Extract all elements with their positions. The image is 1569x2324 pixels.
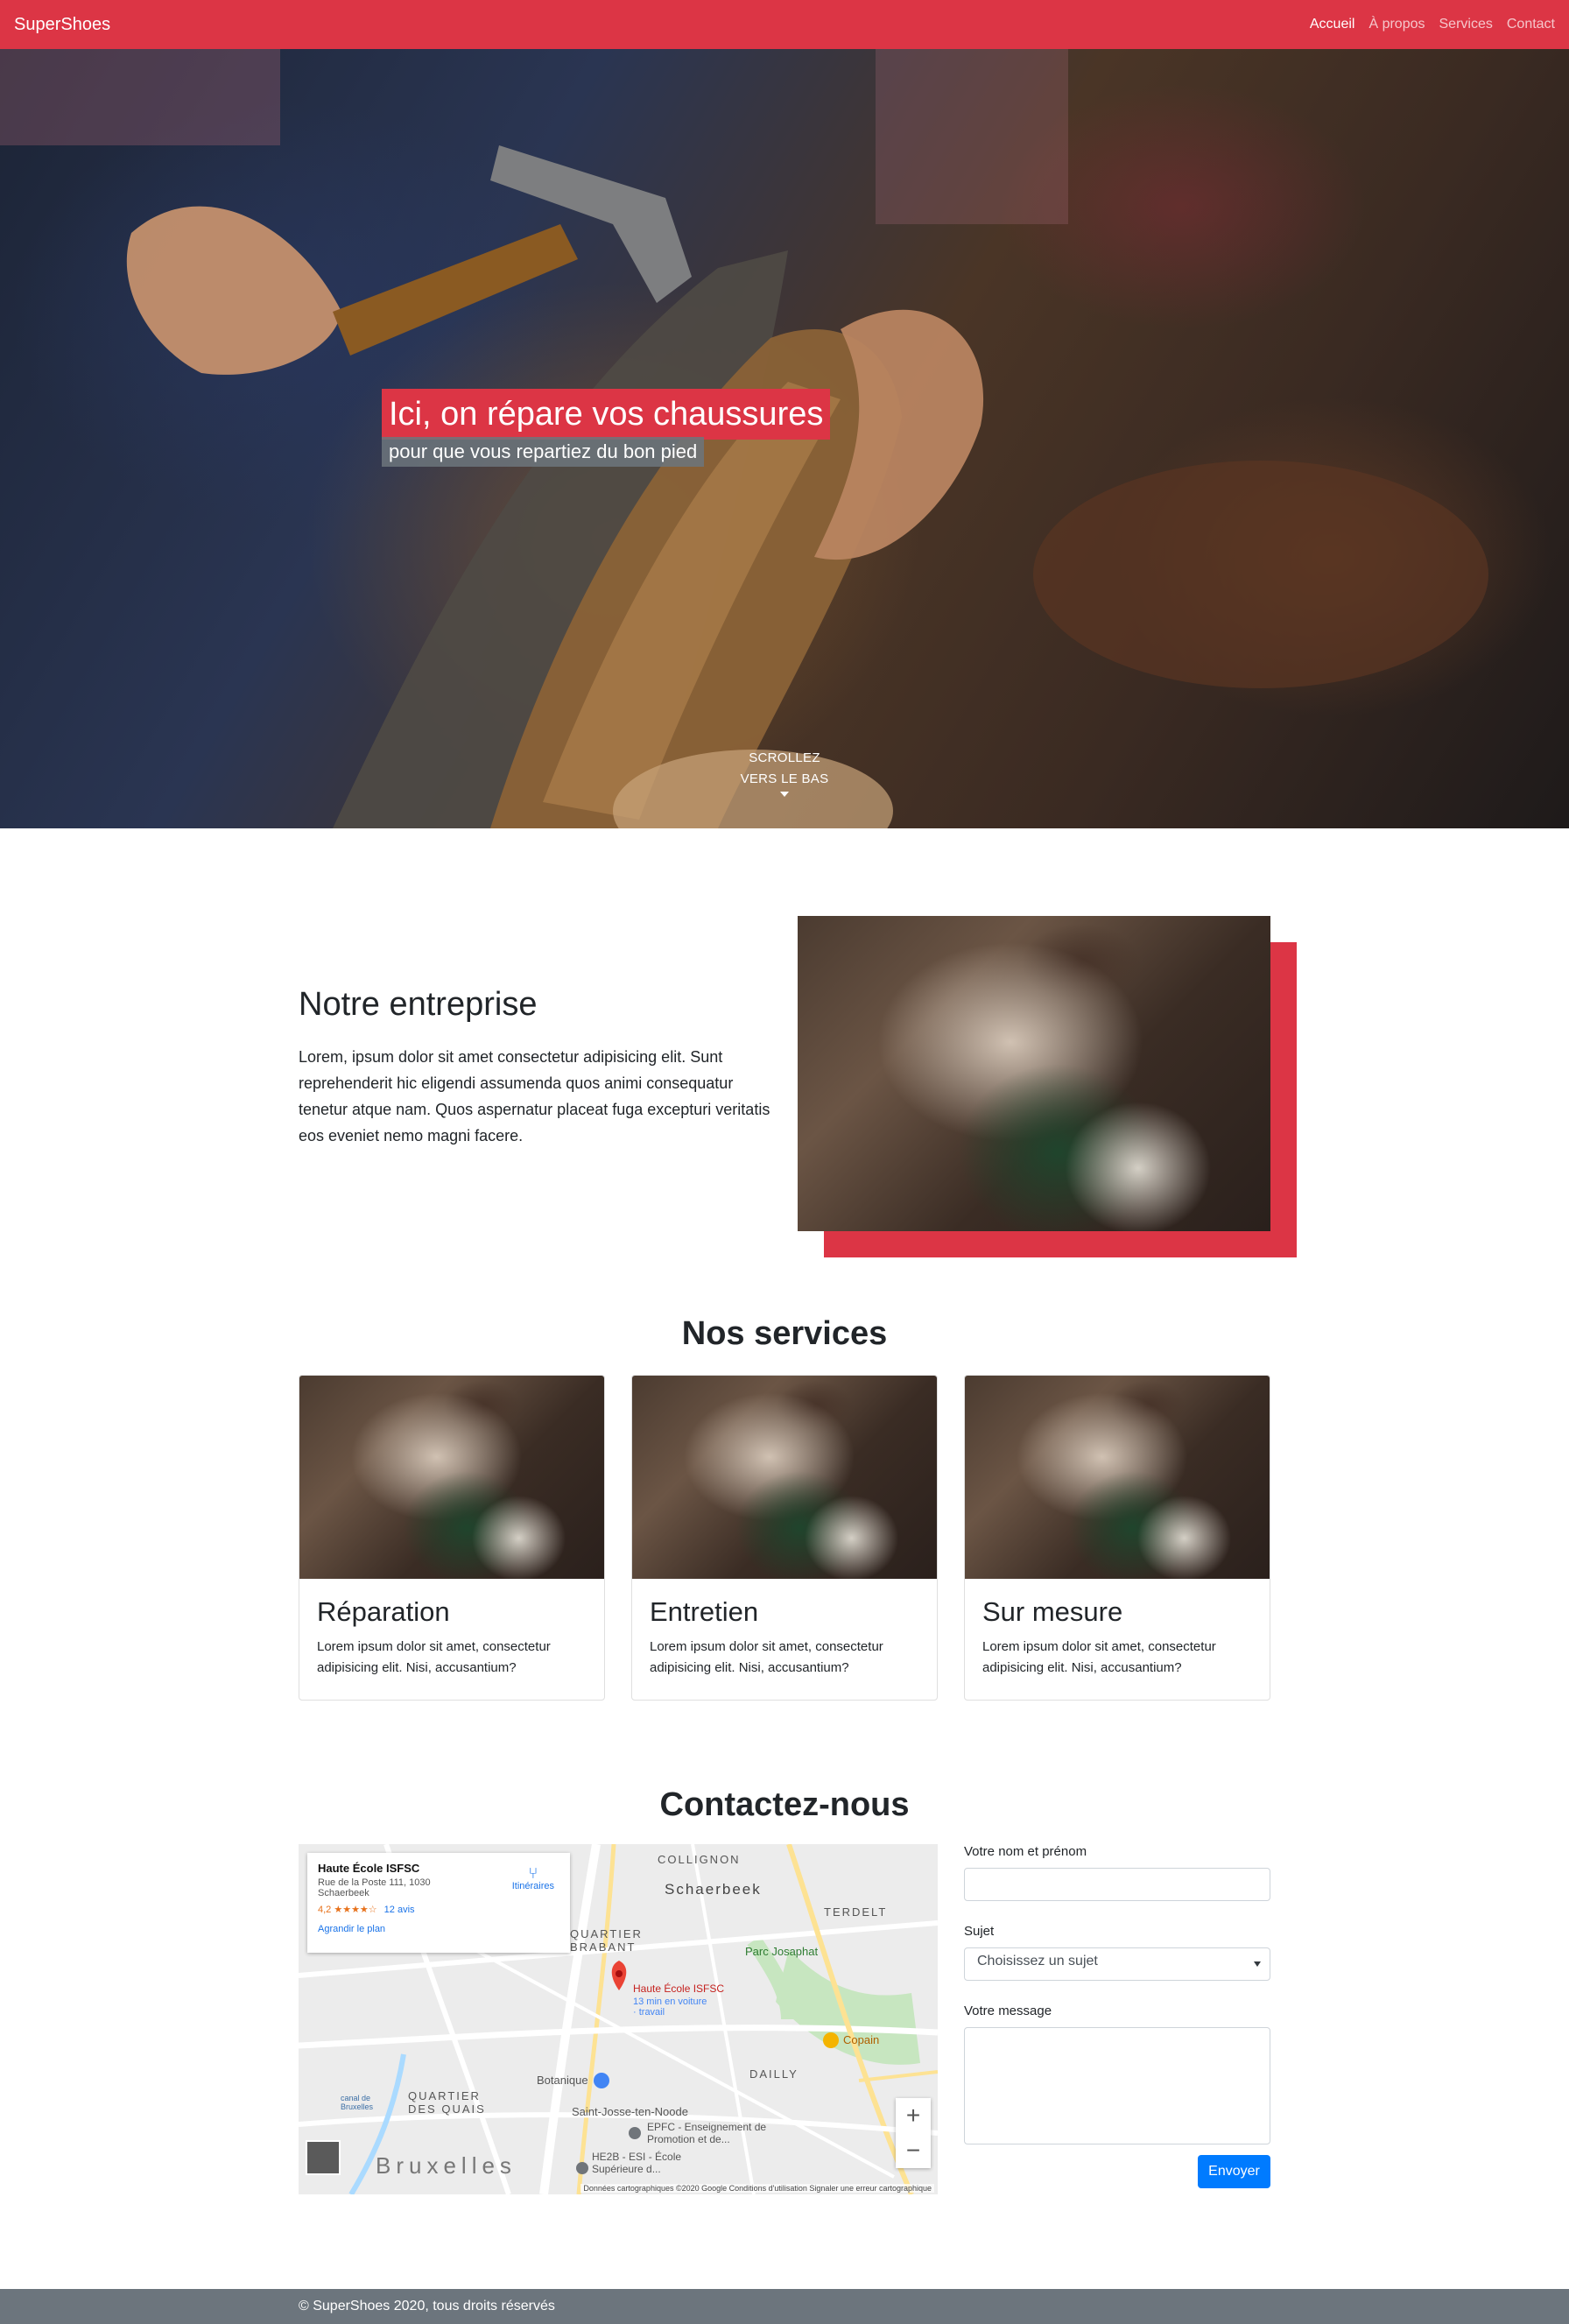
about-title: Notre entreprise	[299, 986, 538, 1023]
place-rating: 4,2 ★★★★☆	[318, 1905, 377, 1915]
place-reviews-link[interactable]: 12 avis	[384, 1905, 415, 1915]
caret-down-icon	[780, 792, 789, 797]
map-city-label: Bruxelles	[376, 2152, 517, 2179]
map-pin-label: Haute École ISFSC	[633, 1982, 725, 1995]
service-card-entretien: Entretien Lorem ipsum dolor sit amet, co…	[631, 1375, 938, 1701]
service-card-text: Lorem ipsum dolor sit amet, consectetur …	[982, 1639, 1216, 1675]
map-label: Parc Josaphat	[745, 1945, 819, 1958]
map-label: Schaerbeek	[665, 1881, 762, 1898]
map-label: Botanique	[537, 2074, 588, 2087]
name-input[interactable]	[964, 1868, 1270, 1901]
place-rating-row: 4,2 ★★★★☆ 12 avis	[318, 1904, 559, 1915]
subject-select[interactable]: Choisissez un sujet	[964, 1947, 1270, 1981]
subject-label: Sujet	[964, 1924, 995, 1939]
service-card-sur-mesure: Sur mesure Lorem ipsum dolor sit amet, c…	[964, 1375, 1270, 1701]
directions-icon: ⑂	[528, 1864, 538, 1882]
hero-subtitle: pour que vous repartiez du bon pied	[382, 437, 705, 467]
service-card-title: Entretien	[650, 1596, 759, 1627]
scroll-down-link[interactable]: SCROLLEZ VERS LE BAS	[0, 748, 1569, 797]
service-card-title: Réparation	[317, 1596, 450, 1627]
shoemaker-photo	[798, 916, 1270, 1231]
nav-link-contact[interactable]: Contact	[1507, 17, 1555, 32]
footer-copyright: © SuperShoes 2020, tous droits réservés	[299, 2299, 555, 2313]
service-card-reparation: Réparation Lorem ipsum dolor sit amet, c…	[299, 1375, 605, 1701]
directions-label: Itinéraires	[511, 1881, 554, 1891]
map-label: canal de Bruxelles	[341, 2094, 374, 2111]
google-map[interactable]: COLLIGNON Schaerbeek TERDELT QUARTIER BR…	[299, 1844, 938, 2194]
hero-section: Ici, on répare vos chaussures pour que v…	[0, 49, 1569, 828]
nav-links: Accueil À propos Services Contact	[1310, 17, 1555, 32]
about-image	[798, 916, 1270, 1231]
navbar: SuperShoes Accueil À propos Services Con…	[0, 0, 1569, 49]
directions-button[interactable]: ⑂ Itinéraires	[512, 1865, 554, 1891]
service-card-text: Lorem ipsum dolor sit amet, consectetur …	[317, 1639, 551, 1675]
hero-title: Ici, on répare vos chaussures	[382, 389, 831, 440]
map-label: COLLIGNON	[658, 1853, 741, 1866]
scroll-text-line2: VERS LE BAS	[740, 771, 829, 786]
zoom-in-icon[interactable]: +	[896, 2098, 931, 2133]
enlarge-map-link[interactable]: Agrandir le plan	[318, 1924, 559, 1934]
map-pin-sublabel: 13 min en voiture · travail	[633, 1997, 707, 2018]
map-label: QUARTIER BRABANT	[570, 1927, 643, 1954]
service-card-image	[632, 1376, 937, 1579]
zoom-out-icon[interactable]: −	[896, 2133, 931, 2168]
submit-button[interactable]: Envoyer	[1198, 2155, 1270, 2188]
message-textarea[interactable]	[964, 2027, 1270, 2144]
map-zoom-controls: + −	[896, 2098, 931, 2168]
satellite-view-toggle[interactable]	[306, 2140, 341, 2175]
map-label: TERDELT	[824, 1905, 888, 1919]
message-label: Votre message	[964, 2004, 1052, 2018]
map-place-card: Haute École ISFSC Rue de la Poste 111, 1…	[307, 1853, 570, 1953]
contact-form: Votre nom et prénom Sujet Choisissez un …	[964, 1844, 1270, 2144]
brand-logo[interactable]: SuperShoes	[14, 15, 110, 35]
service-card-image	[965, 1376, 1270, 1579]
map-label: EPFC - Enseignement de Promotion et de..…	[647, 2121, 767, 2145]
map-label: DAILLY	[749, 2067, 799, 2081]
map-label: Saint-Josse-ten-Noode	[572, 2105, 688, 2118]
map-label: Copain	[843, 2033, 880, 2046]
map-label: HE2B - ESI - École Supérieure d...	[592, 2151, 682, 2175]
services-title: Nos services	[681, 1315, 888, 1352]
nav-link-services[interactable]: Services	[1439, 17, 1493, 32]
page-footer: © SuperShoes 2020, tous droits réservés	[0, 2289, 1569, 2324]
service-card-text: Lorem ipsum dolor sit amet, consectetur …	[650, 1639, 883, 1675]
contact-title: Contactez-nous	[659, 1786, 910, 1823]
service-card-title: Sur mesure	[982, 1596, 1123, 1627]
scroll-text-line1: SCROLLEZ	[749, 750, 820, 765]
map-attribution: Données cartographiques ©2020 Google Con…	[580, 2184, 934, 2193]
nav-link-accueil[interactable]: Accueil	[1310, 17, 1355, 32]
name-label: Votre nom et prénom	[964, 1844, 1087, 1859]
subject-select-value: Choisissez un sujet	[977, 1954, 1098, 1968]
about-text: Lorem, ipsum dolor sit amet consectetur …	[299, 1048, 770, 1144]
service-card-image	[299, 1376, 604, 1579]
nav-link-a-propos[interactable]: À propos	[1368, 17, 1425, 32]
map-label: QUARTIER DES QUAIS	[408, 2089, 486, 2116]
